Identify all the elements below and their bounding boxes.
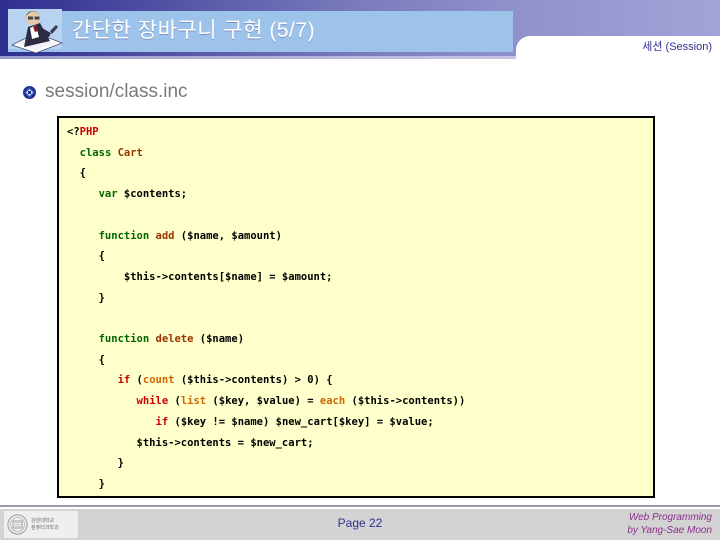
code-token: each bbox=[319, 395, 346, 408]
code-token: ($key != $name) $new_cart[$key] = $value… bbox=[168, 415, 434, 428]
page-number: Page 22 bbox=[337, 516, 383, 530]
code-token: { bbox=[67, 353, 105, 366]
page-title: 간단한 장바구니 구현 (5/7) bbox=[72, 19, 316, 42]
code-token: list bbox=[180, 395, 207, 408]
code-token: $contents; bbox=[117, 188, 188, 201]
code-token: } bbox=[67, 477, 105, 490]
code-token: } bbox=[67, 291, 105, 304]
code-token: function bbox=[98, 333, 150, 346]
code-token: { bbox=[67, 167, 86, 180]
subheading-label: session/class.inc bbox=[45, 81, 188, 102]
code-listing: <?PHP class Cart { var $contents; functi… bbox=[67, 122, 466, 496]
code-token: ($name) bbox=[193, 333, 245, 346]
code-token: Cart bbox=[117, 146, 143, 159]
code-token: class bbox=[79, 146, 112, 159]
code-token: ($key, $value) = bbox=[206, 395, 320, 408]
code-token: ( bbox=[130, 374, 143, 387]
code-token: if bbox=[117, 374, 131, 387]
code-token: $this->contents = $new_cart; bbox=[67, 436, 314, 449]
code-token: $this->contents[$name] = $amount; bbox=[67, 270, 333, 283]
footer-credit-line1: Web Programming bbox=[628, 512, 712, 523]
code-token: delete bbox=[155, 333, 194, 346]
footer-credit: Web Programming by Yang-Sae Moon bbox=[627, 511, 712, 537]
code-token: ($this->contents)) bbox=[345, 395, 466, 408]
code-token: <? bbox=[67, 126, 80, 138]
subheading: session/class.inc bbox=[22, 78, 188, 106]
code-token: PHP bbox=[79, 126, 99, 138]
code-token: ( bbox=[168, 395, 181, 408]
code-token: if bbox=[155, 415, 169, 428]
code-token: ($name, $amount) bbox=[174, 229, 282, 242]
code-block: <?PHP class Cart { var $contents; functi… bbox=[57, 116, 655, 498]
writer-person-icon bbox=[8, 9, 64, 54]
code-token: add bbox=[155, 229, 175, 242]
section-tab-label: 세션 (Session) bbox=[642, 41, 712, 53]
code-token: count bbox=[142, 374, 175, 387]
code-token: { bbox=[67, 250, 105, 263]
code-token: ($this->contents) > 0) { bbox=[174, 374, 333, 387]
footer-credit-line2: by Yang-Sae Moon bbox=[627, 525, 712, 536]
code-token: var bbox=[98, 188, 118, 201]
footer-divider bbox=[0, 505, 720, 507]
code-token: } bbox=[67, 457, 124, 470]
code-token: while bbox=[136, 395, 169, 408]
code-token: function bbox=[98, 229, 150, 242]
blue-diamond-bullet-icon bbox=[23, 85, 36, 99]
